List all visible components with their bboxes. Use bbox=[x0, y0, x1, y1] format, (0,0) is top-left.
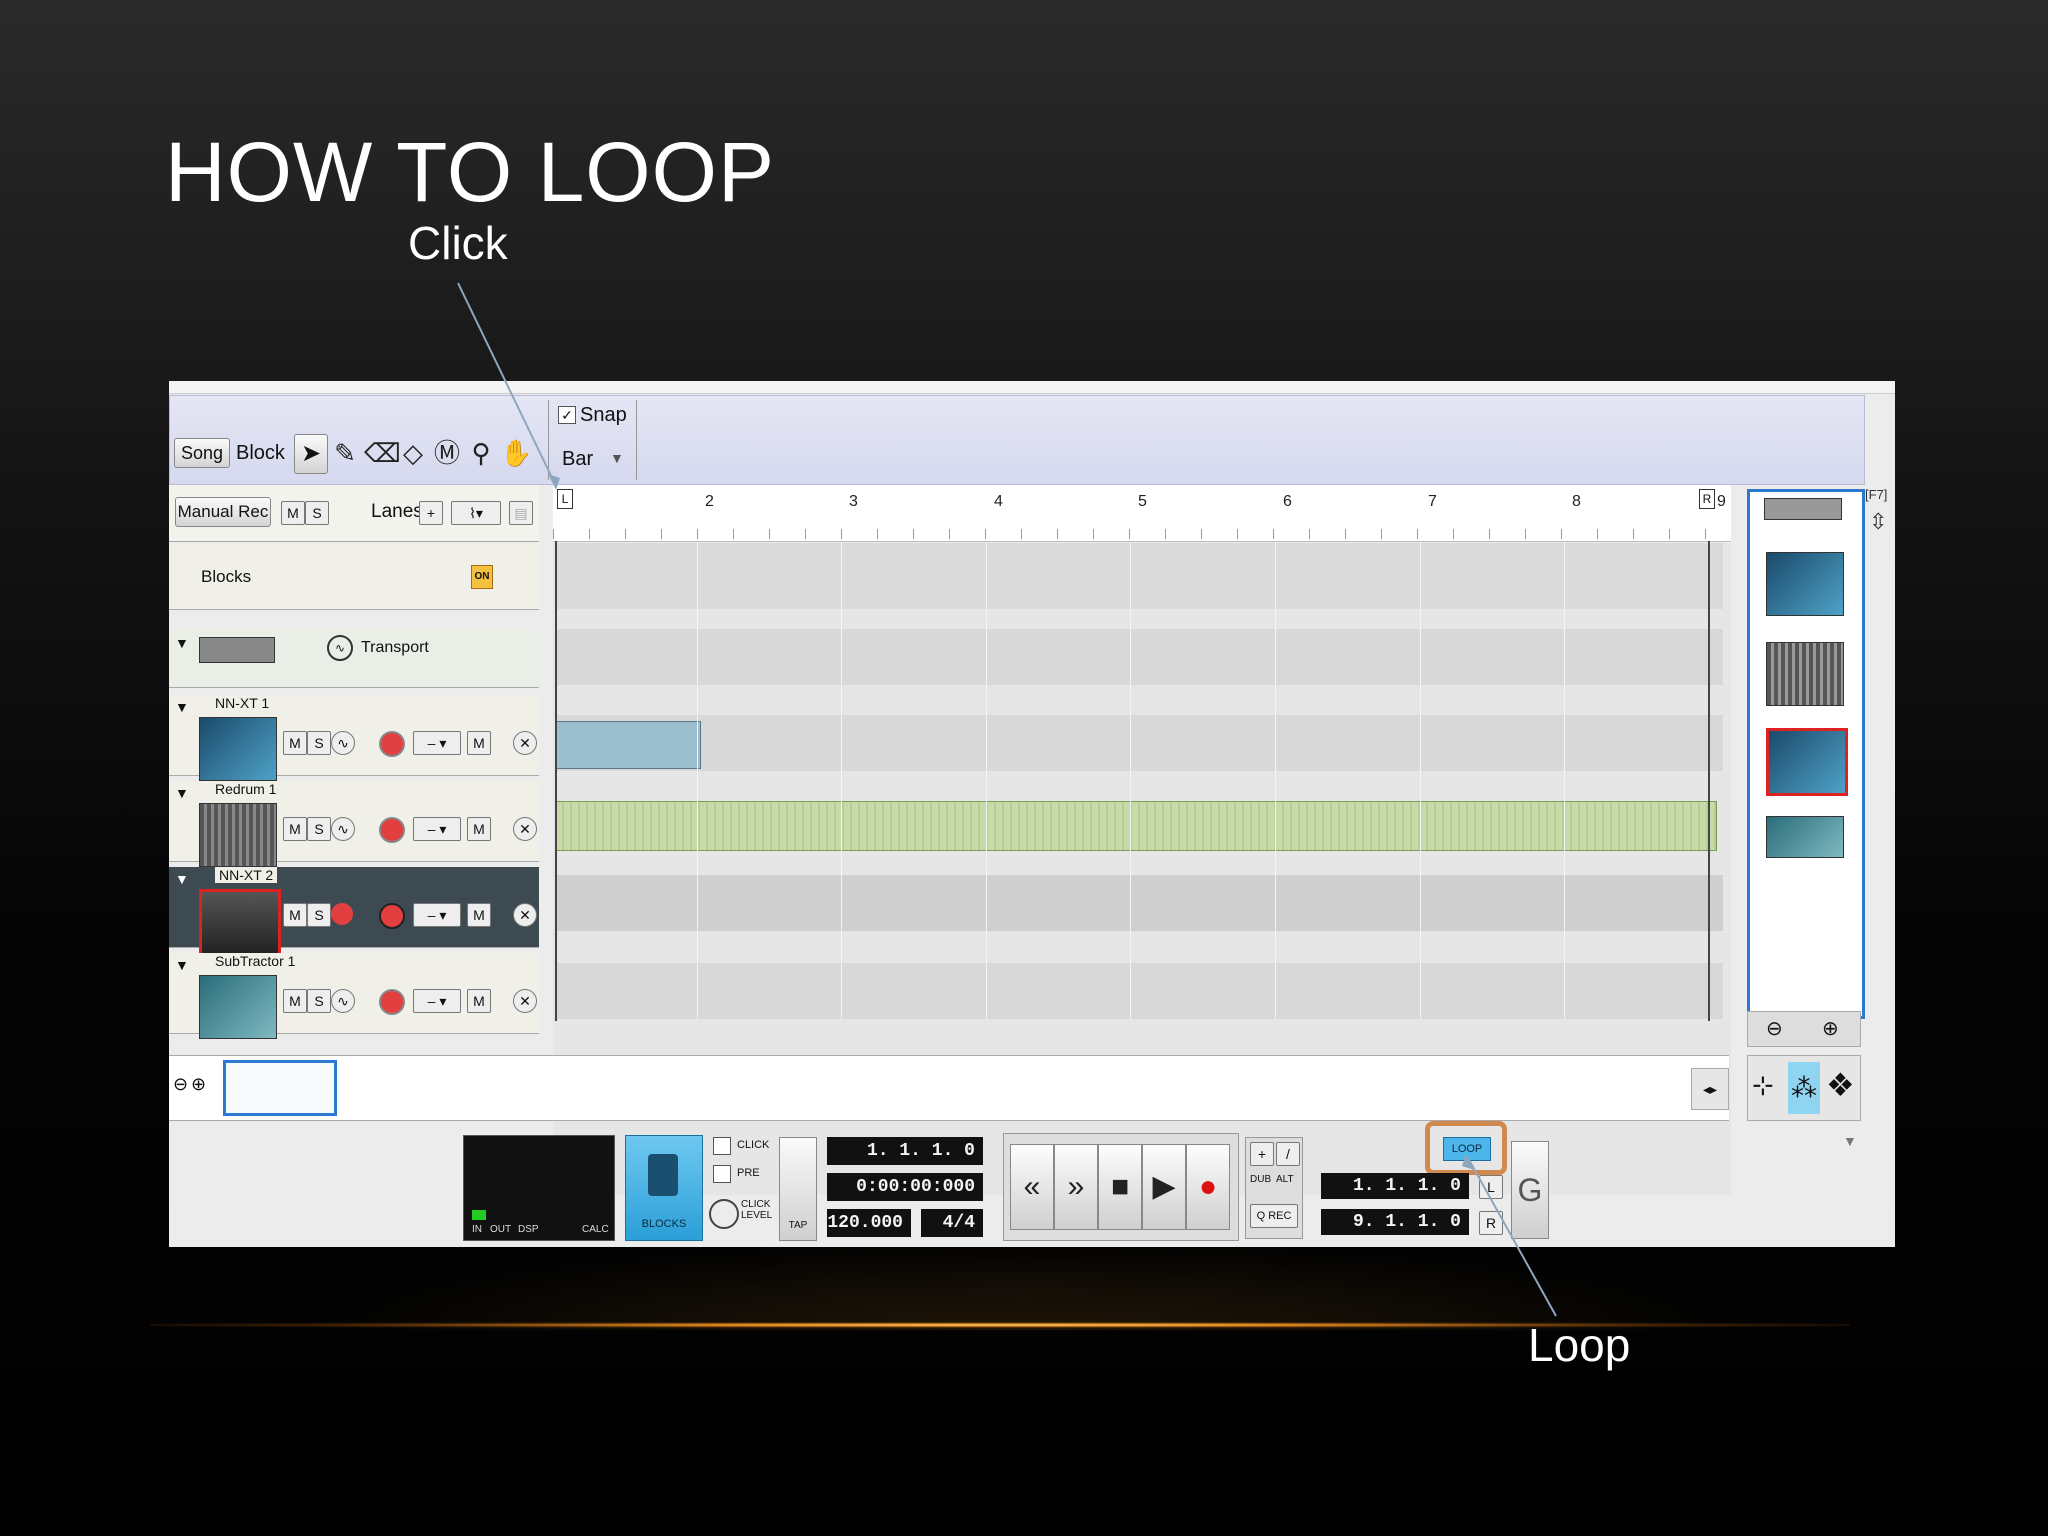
loop-callout-arrow bbox=[1467, 1157, 1557, 1317]
click-arrowhead-icon bbox=[548, 474, 560, 490]
loop-arrowhead-icon bbox=[1462, 1154, 1474, 1170]
callout-arrows bbox=[457, 282, 1557, 1317]
click-callout-arrow bbox=[457, 282, 557, 487]
